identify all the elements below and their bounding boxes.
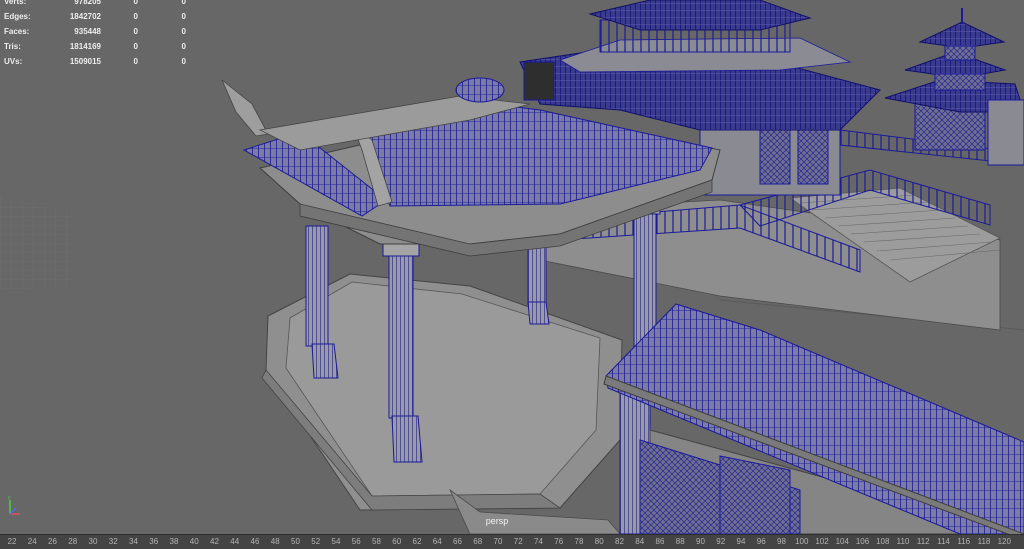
timeline-tick: 110 xyxy=(896,537,910,546)
timeline-tick: 82 xyxy=(615,537,624,546)
timeline-tick: 108 xyxy=(876,537,890,546)
timeline-tick: 28 xyxy=(68,537,78,546)
hud-stat-selected: 0 xyxy=(133,42,138,51)
timeline-tick: 70 xyxy=(493,537,503,546)
timeline-tick: 88 xyxy=(675,537,685,546)
hud-stat-selected2: 0 xyxy=(181,42,186,51)
timeline-tick: 120 xyxy=(997,537,1011,546)
hud-stat-total: 935448 xyxy=(74,27,101,36)
pavilion-roof-hip xyxy=(221,79,269,137)
time-slider[interactable]: 22 24 26 28 30 32 34 36 38 40 42 44 46 48 50 52 54 56 58 60… xyxy=(0,534,1024,549)
hud-stat-label: Tris: xyxy=(4,42,21,51)
timeline-tick: 114 xyxy=(937,537,950,546)
poly-count-hud: Verts: 978205 0 0 Edges: 1842702 0 0 Faces: 93544… xyxy=(0,0,200,69)
timeline-tick: 118 xyxy=(977,537,991,546)
timeline-tick: 68 xyxy=(473,537,483,546)
pavilion-roof-finial xyxy=(455,77,505,103)
timeline-tick: 80 xyxy=(594,537,604,546)
timeline-tick: 84 xyxy=(635,537,645,546)
hud-stat-selected2: 0 xyxy=(181,27,186,36)
timeline-tick: 112 xyxy=(916,537,930,546)
timeline-tick: 94 xyxy=(736,537,746,546)
hud-stat-label: Faces: xyxy=(4,27,30,36)
timeline-tick: 42 xyxy=(210,537,219,546)
hud-stat-selected: 0 xyxy=(133,57,138,66)
timeline-tick: 86 xyxy=(655,537,665,546)
ground-grid xyxy=(0,196,70,290)
hud-stat-label: UVs: xyxy=(4,57,23,66)
hud-stat-total: 978205 xyxy=(74,0,101,6)
timeline-tick: 34 xyxy=(129,537,138,546)
hud-row: Tris: 1814169 0 0 xyxy=(0,39,200,54)
timeline-tick: 40 xyxy=(189,537,199,546)
hud-stat-selected2: 0 xyxy=(181,12,186,21)
timeline-tick: 26 xyxy=(48,537,57,546)
timeline-tick: 52 xyxy=(311,537,321,546)
timeline-tick: 116 xyxy=(957,537,971,546)
timeline-tick: 72 xyxy=(513,537,523,546)
timeline-tick: 54 xyxy=(331,537,341,546)
timeline-tick: 64 xyxy=(432,537,442,546)
camera-label: persp xyxy=(485,516,509,526)
timeline-tick: 36 xyxy=(149,537,159,546)
timeline-tick: 60 xyxy=(392,537,402,546)
timeline-tick: 48 xyxy=(270,537,280,546)
hud-stat-selected: 0 xyxy=(133,12,138,21)
temple-dark-window xyxy=(523,61,555,101)
hud-stat-total: 1814169 xyxy=(69,42,101,51)
hud-stat-selected2: 0 xyxy=(181,0,186,6)
timeline-tick: 66 xyxy=(453,537,462,546)
timeline-tick: 58 xyxy=(372,537,381,546)
timeline-tick: 100 xyxy=(795,537,809,546)
corridor-building xyxy=(603,303,1024,534)
viewport-persp[interactable]: Verts: 978205 0 0 Edges: 1842702 0 0 Faces: 93544… xyxy=(0,0,1024,534)
timeline-tick: 92 xyxy=(716,537,726,546)
hud-row: Edges: 1842702 0 0 xyxy=(0,9,200,24)
hud-stat-label: Verts: xyxy=(4,0,27,6)
hud-row: Verts: 978205 0 0 xyxy=(0,0,200,9)
timeline-tick: 102 xyxy=(815,537,829,546)
timeline-tick: 46 xyxy=(250,537,260,546)
hud-stat-total: 1842702 xyxy=(69,12,101,21)
timeline-tick: 56 xyxy=(351,537,361,546)
timeline-tick: 24 xyxy=(27,537,37,546)
axis-gizmo-icon: y xyxy=(8,495,20,515)
timeline-tick: 90 xyxy=(696,537,705,546)
scene-render xyxy=(0,0,1024,534)
timeline-tick: 104 xyxy=(835,537,849,546)
timeline-tick: 106 xyxy=(855,537,870,546)
hud-stat-selected: 0 xyxy=(133,0,138,6)
hud-stat-selected: 0 xyxy=(133,27,138,36)
timeline-tick: 50 xyxy=(291,537,300,546)
timeline-tick: 98 xyxy=(777,537,786,546)
timeline-tick: 96 xyxy=(756,537,766,546)
hud-stat-label: Edges: xyxy=(4,12,31,21)
timeline-tick: 44 xyxy=(230,537,240,546)
timeline-tick: 38 xyxy=(169,537,179,546)
timeline-tick: 22 xyxy=(7,537,17,546)
timeline-tick: 32 xyxy=(108,537,118,546)
timeline-tick: 74 xyxy=(534,537,543,546)
timeline-tick: 76 xyxy=(554,537,564,546)
hud-stat-total: 1509015 xyxy=(69,57,101,66)
hud-row: Faces: 935448 0 0 xyxy=(0,24,200,39)
hud-stat-selected2: 0 xyxy=(181,57,186,66)
timeline-tick: 30 xyxy=(88,537,98,546)
timeline-tick: 78 xyxy=(574,537,584,546)
hud-row: UVs: 1509015 0 0 xyxy=(0,54,200,69)
timeline-tick: 62 xyxy=(412,537,422,546)
